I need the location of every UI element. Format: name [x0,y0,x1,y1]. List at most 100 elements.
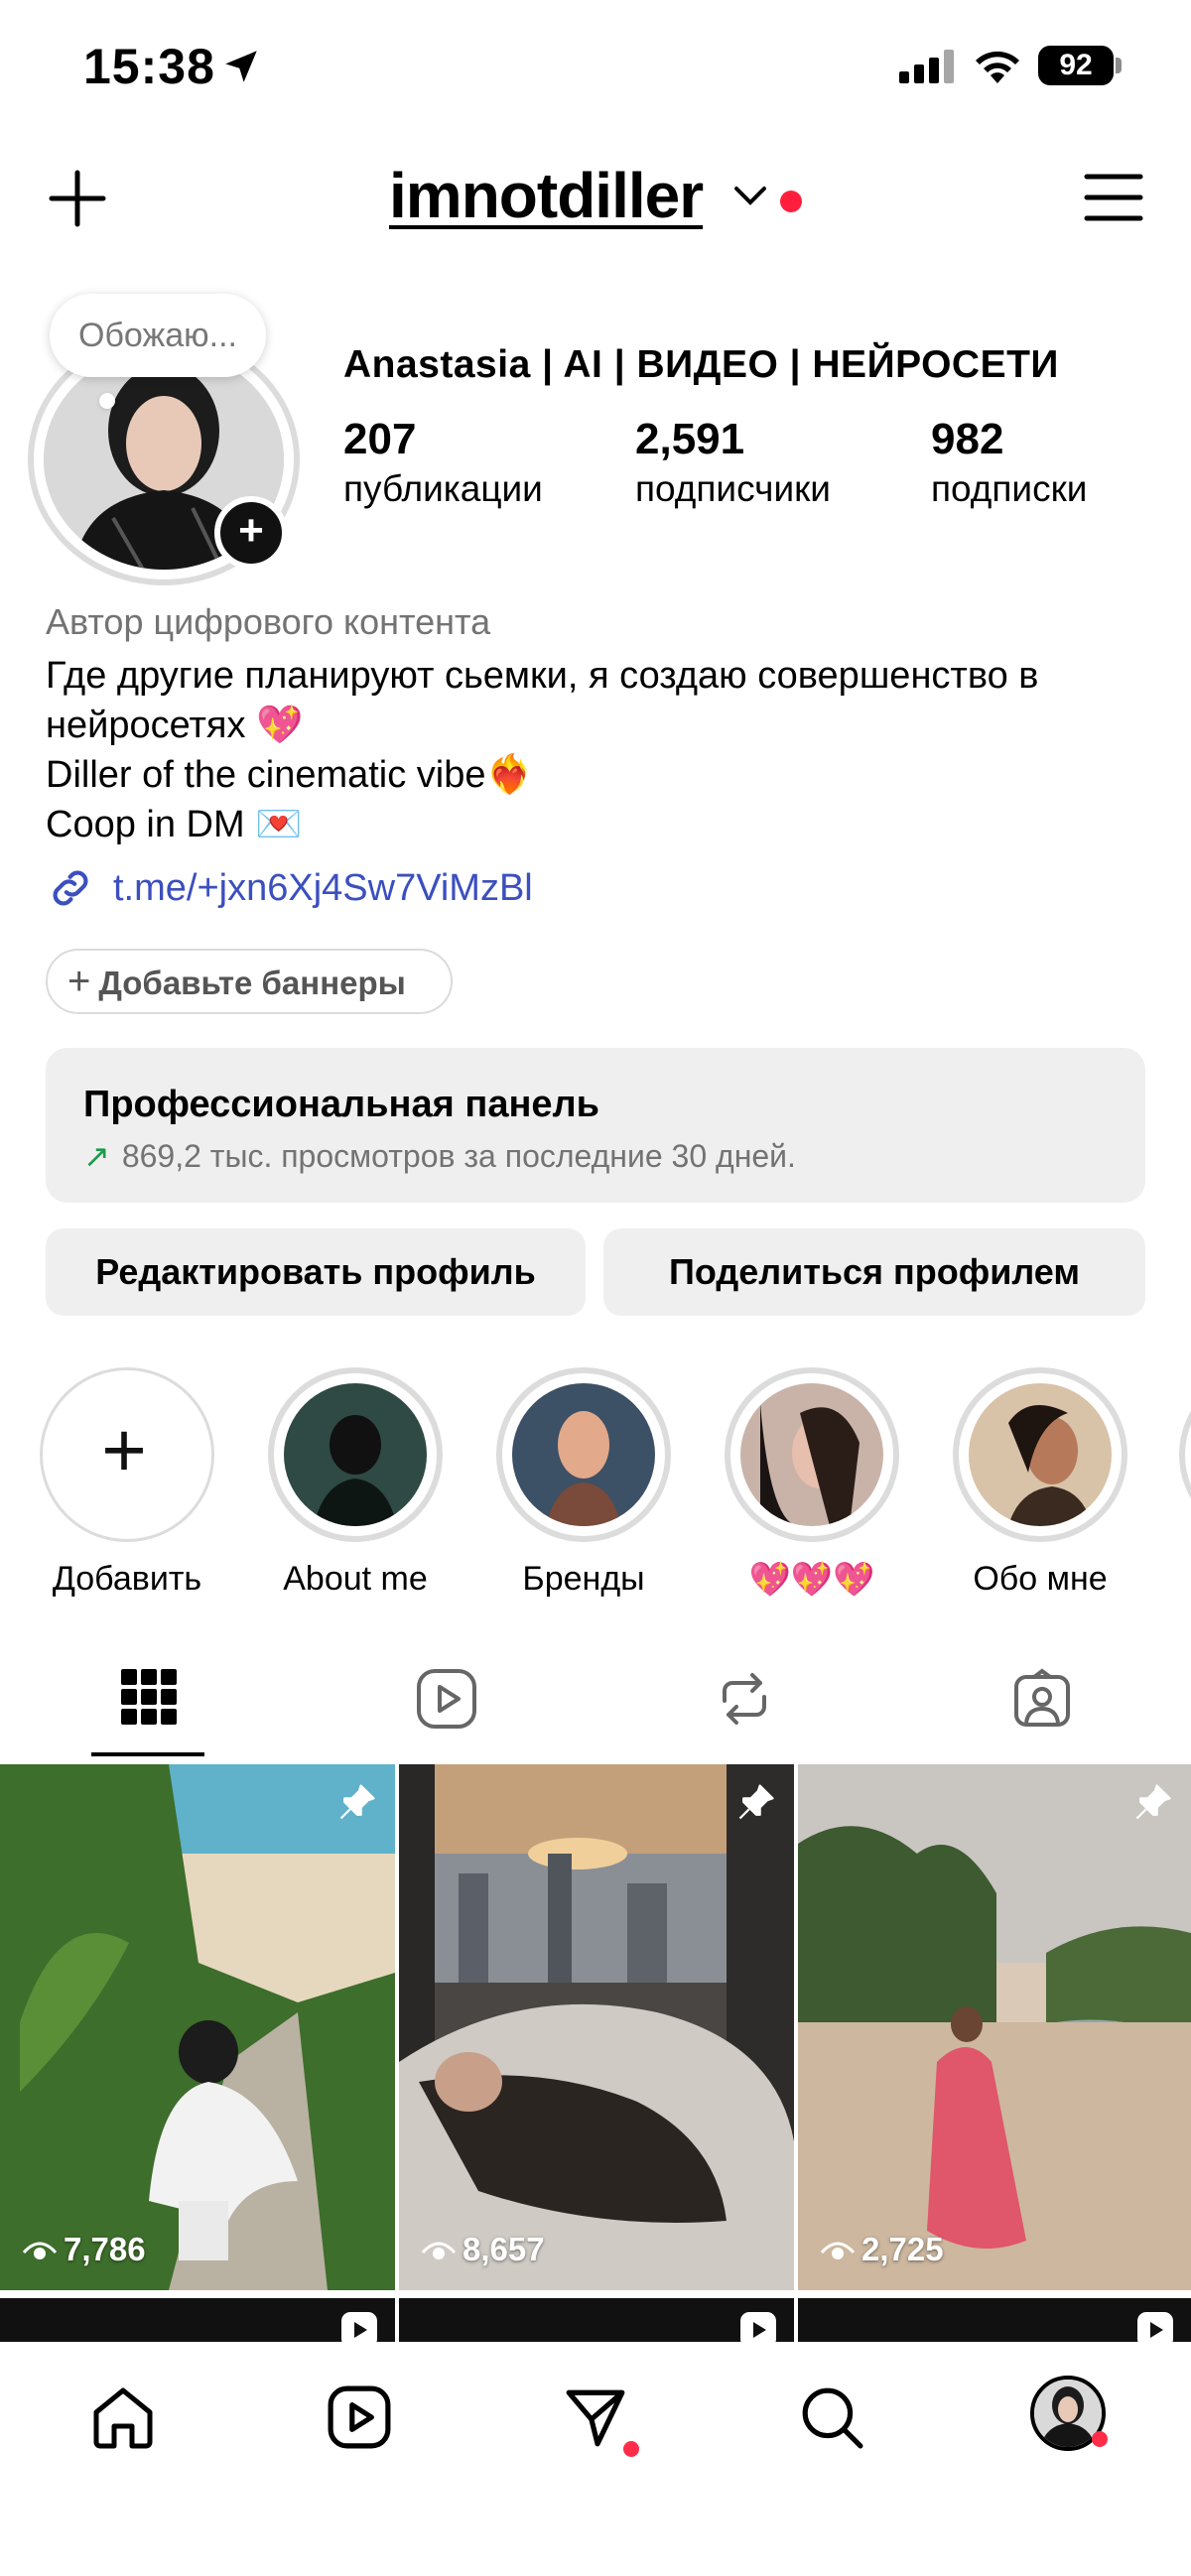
trend-up-icon: ↗ [83,1138,110,1174]
post-thumbnail [798,1764,1191,2290]
add-banners-button[interactable]: + Добавьте баннеры [46,949,453,1014]
profile-link[interactable]: t.me/+jxn6Xj4Sw7ViMzBl [46,863,533,913]
notification-dot [780,191,802,212]
reels-icon [328,2385,391,2449]
highlight-cover [740,1383,883,1526]
note-bubble-tail [99,393,115,409]
post-tile[interactable]: 7,786 [0,1764,395,2290]
view-count: 7,786 [22,2231,146,2268]
post-tile[interactable]: 8,657 [399,1764,794,2290]
highlight-label: Обо мне [973,1560,1108,1598]
nav-direct[interactable] [556,2378,639,2457]
note-bubble[interactable]: Обожаю... [50,294,266,377]
nav-search[interactable] [792,2378,871,2457]
pin-icon [339,1784,375,1820]
highlight-ring [953,1367,1127,1542]
direct-notification-dot [623,2441,639,2457]
reels-icon [417,1669,476,1729]
tab-posts-grid[interactable] [69,1667,228,1737]
stat-posts[interactable]: 207 публикации [343,415,543,510]
tab-reels[interactable] [367,1667,526,1737]
highlight-ring: + [40,1367,214,1542]
direct-icon [566,2389,625,2447]
highlight-brands[interactable]: Бренды [494,1367,673,1599]
bio-line: Diller of the cinematic vibe❤️‍🔥 [46,754,533,796]
share-profile-button[interactable]: Поделиться профилем [603,1228,1145,1316]
reel-badge-icon [341,2312,377,2342]
stat-number: 982 [931,415,1004,463]
edit-profile-button[interactable]: Редактировать профиль [46,1228,586,1316]
profile-notification-dot [1092,2431,1108,2447]
status-bar: 15:38 92 [0,0,1191,139]
view-count-text: 8,657 [463,2231,545,2267]
highlight-label: Бренды [522,1560,645,1598]
battery-indicator: 92 [1038,46,1114,85]
pin-icon [738,1784,774,1820]
tab-reposts[interactable] [665,1667,824,1737]
wifi-icon [976,51,1019,83]
highlight-ring [496,1367,671,1542]
view-count: 2,725 [820,2231,944,2268]
grid-icon [121,1669,177,1725]
highlight-cover [284,1383,427,1526]
view-count-text: 7,786 [64,2231,146,2267]
stat-following[interactable]: 982 подписки [931,415,1087,510]
account-username[interactable]: imnotdiller [389,159,704,232]
pin-icon [1135,1784,1171,1820]
stat-label: публикации [343,468,543,509]
tab-tagged[interactable] [963,1667,1122,1737]
post-tile-partial[interactable] [399,2298,794,2342]
chevron-down-icon[interactable] [732,185,768,208]
search-icon [802,2387,863,2449]
stat-label: подписки [931,468,1088,509]
highlight-cover [969,1383,1112,1526]
profile-category: Автор цифрового контента [46,601,491,642]
home-icon [93,2387,153,2449]
highlight-hearts[interactable]: 💖💖💖 [723,1367,901,1600]
highlight-about[interactable]: Обо мне [951,1367,1129,1599]
dashboard-views-text: 869,2 тыс. просмотров за последние 30 дн… [121,1138,796,1174]
eye-icon [820,2242,856,2259]
link-text[interactable]: t.me/+jxn6Xj4Sw7ViMzBl [113,867,533,910]
menu-icon[interactable] [1084,173,1143,222]
bio-line: Где другие планируют сьемки, я создаю со… [46,655,1039,697]
status-time: 15:38 [83,39,215,94]
highlight-about-me[interactable]: About me [266,1367,445,1599]
post-tile-partial[interactable] [798,2298,1191,2342]
add-story-button[interactable]: + [214,496,288,570]
stat-label: подписчики [635,468,831,509]
profile-bio: Где другие планируют сьемки, я создаю со… [46,651,1147,849]
view-count-text: 2,725 [861,2231,944,2267]
bottom-nav [0,2342,1191,2576]
highlight-label: 💖💖💖 [748,1561,875,1599]
highlight-add[interactable]: + Добавить [38,1367,216,1599]
stat-followers[interactable]: 2,591 подписчики [635,415,831,510]
eye-icon [421,2242,457,2259]
highlight-label: Добавить [52,1560,202,1598]
signal-icon [899,50,954,83]
post-tile[interactable]: 2,725 [798,1764,1191,2290]
highlight-ring [725,1367,899,1542]
create-plus-icon[interactable] [48,169,107,228]
post-tile-partial[interactable] [0,2298,395,2342]
nav-home[interactable] [83,2378,163,2457]
highlight-partial[interactable] [1179,1367,1191,1542]
stat-number: 207 [343,415,417,463]
tagged-icon [1014,1668,1070,1727]
post-thumbnail [399,1764,794,2290]
add-banners-label: Добавьте баннеры [98,965,406,1001]
location-arrow-icon [225,51,257,82]
stat-number: 2,591 [635,415,745,463]
active-tab-indicator [91,1752,204,1756]
bio-line: Coop in DM 💌 [46,804,303,845]
view-count: 8,657 [421,2231,545,2268]
reel-badge-icon [740,2312,776,2342]
nav-reels[interactable] [320,2378,399,2457]
professional-dashboard[interactable]: Профессиональная панель ↗ 869,2 тыс. прос… [46,1048,1145,1203]
link-icon [53,870,88,906]
eye-icon [22,2242,58,2259]
highlight-cover [512,1383,655,1526]
highlight-ring [1179,1367,1191,1542]
dashboard-subtitle: ↗ 869,2 тыс. просмотров за последние 30 д… [83,1137,796,1175]
highlight-ring [268,1367,443,1542]
